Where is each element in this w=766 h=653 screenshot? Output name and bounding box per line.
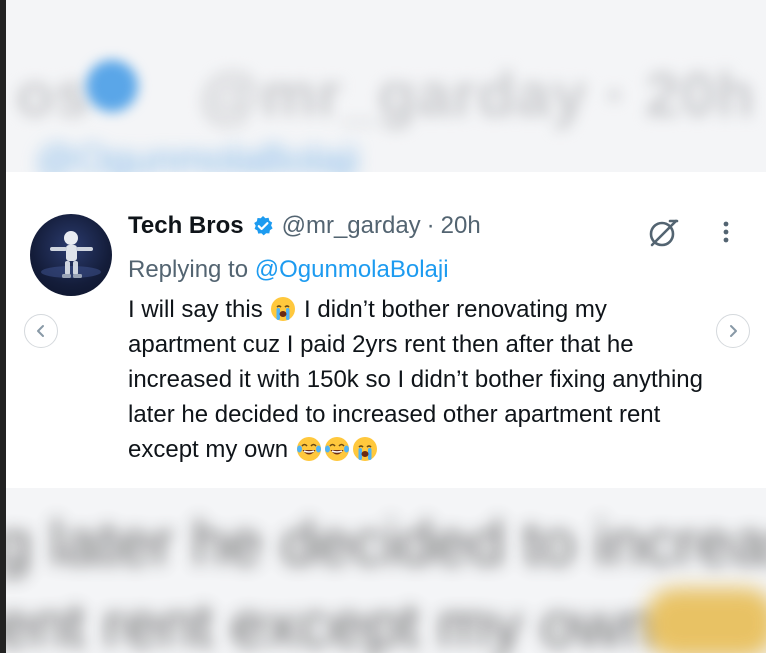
tweet-timestamp[interactable]: 20h — [441, 212, 481, 240]
blurred-background-top: os @mr_garday · 20h @OgunmolaBolaji — [6, 0, 766, 172]
replying-to-mention[interactable]: @OgunmolaBolaji — [255, 256, 449, 283]
screenshot-page: os @mr_garday · 20h @OgunmolaBolaji g la… — [0, 0, 766, 653]
tweet-text-part-1: I will say this — [128, 296, 270, 323]
blurred-text-line-1: g later he decided to increase — [6, 507, 766, 579]
tweet-header: Tech Bros @mr_garday · 20h — [128, 212, 481, 240]
next-button[interactable] — [716, 314, 750, 348]
blurred-text-line-2: ent rent except my own — [6, 589, 658, 653]
tweet-card[interactable]: Tech Bros @mr_garday · 20h Replying to @… — [6, 172, 766, 488]
laughing-tears-emoji-icon — [296, 436, 322, 462]
verified-badge-icon — [252, 215, 274, 237]
user-handle[interactable]: @mr_garday — [282, 212, 421, 240]
crying-face-emoji-icon — [352, 436, 378, 462]
separator-dot: · — [426, 212, 435, 239]
previous-button[interactable] — [24, 314, 58, 348]
chevron-left-icon — [37, 325, 44, 337]
replying-to-label: Replying to — [128, 256, 255, 283]
blurred-mention-text: @OgunmolaBolaji — [36, 138, 359, 172]
chevron-right-icon — [730, 325, 737, 337]
more-vertical-icon[interactable] — [716, 218, 736, 248]
tweet-text: I will say this I didn’t bother renovati… — [128, 292, 708, 467]
display-name[interactable]: Tech Bros — [128, 212, 244, 240]
blurred-background-bottom: g later he decided to increase ent rent … — [6, 488, 766, 653]
blurred-verified-icon — [86, 60, 138, 112]
replying-to-line: Replying to @OgunmolaBolaji — [128, 256, 449, 284]
robot-avatar-icon — [41, 231, 101, 278]
blurred-emoji — [646, 588, 766, 653]
laughing-tears-emoji-icon — [324, 436, 350, 462]
grok-icon[interactable] — [646, 216, 680, 250]
crying-face-emoji-icon — [270, 296, 296, 322]
avatar[interactable] — [30, 214, 112, 296]
